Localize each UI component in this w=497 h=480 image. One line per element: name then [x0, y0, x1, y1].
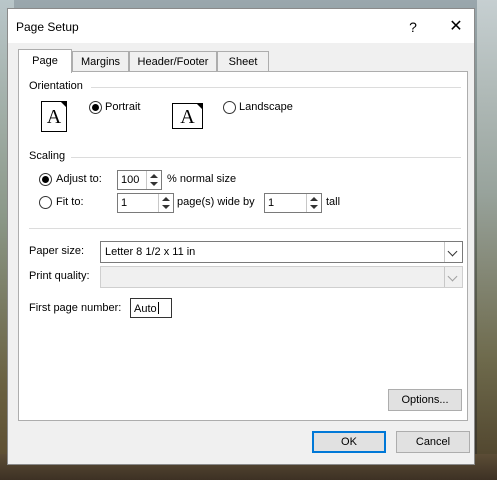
ok-button[interactable]: OK	[312, 431, 386, 453]
first-page-value[interactable]: Auto	[134, 303, 157, 315]
spin-up-icon[interactable]	[310, 197, 318, 201]
chevron-down-icon	[444, 267, 462, 287]
tab-margins[interactable]: Margins	[72, 51, 129, 71]
portrait-radio[interactable]	[89, 101, 102, 114]
paper-size-label: Paper size:	[29, 245, 85, 257]
landscape-radio[interactable]	[223, 101, 236, 114]
chevron-down-icon[interactable]	[444, 242, 462, 262]
scaling-bottom-separator	[29, 228, 461, 229]
landscape-label[interactable]: Landscape	[239, 101, 293, 113]
scaling-separator	[71, 157, 461, 158]
spin-down-icon[interactable]	[162, 205, 170, 209]
options-button[interactable]: Options...	[388, 389, 462, 411]
tab-header-footer[interactable]: Header/Footer	[129, 51, 217, 71]
tab-page[interactable]: Page	[18, 49, 72, 73]
text-caret	[157, 302, 159, 314]
adjust-to-label[interactable]: Adjust to:	[56, 173, 102, 185]
cancel-button[interactable]: Cancel	[396, 431, 470, 453]
portrait-label[interactable]: Portrait	[105, 101, 140, 113]
fit-tall-value[interactable]: 1	[268, 197, 274, 209]
orientation-separator	[91, 87, 461, 88]
scaling-label: Scaling	[29, 150, 66, 162]
adjust-to-radio[interactable]	[39, 173, 52, 186]
tab-sheet[interactable]: Sheet	[217, 51, 269, 71]
fit-tall-suffix: tall	[326, 196, 341, 208]
spin-up-icon[interactable]	[150, 174, 158, 178]
fit-tall-stepper[interactable]: 1	[264, 193, 322, 213]
fit-wide-stepper[interactable]: 1	[117, 193, 174, 213]
paper-size-value[interactable]: Letter 8 1/2 x 11 in	[105, 246, 195, 258]
dialog-title: Page Setup	[16, 20, 79, 34]
help-icon[interactable]: ?	[402, 16, 424, 38]
portrait-page-icon: A	[41, 101, 67, 132]
title-bar[interactable]: Page Setup ? ✕	[8, 9, 474, 43]
paper-size-select[interactable]: Letter 8 1/2 x 11 in	[100, 241, 463, 263]
background-right	[477, 0, 497, 480]
page-tab-panel: Orientation A Portrait A Landscape Scali…	[18, 71, 468, 421]
fit-wide-value[interactable]: 1	[121, 197, 127, 209]
print-quality-select	[100, 266, 463, 288]
adjust-to-stepper[interactable]: 100	[117, 170, 162, 190]
fit-wide-suffix: page(s) wide by	[177, 196, 255, 208]
first-page-label: First page number:	[29, 302, 122, 314]
spin-down-icon[interactable]	[310, 205, 318, 209]
spin-up-icon[interactable]	[162, 197, 170, 201]
page-setup-dialog: Page Setup ? ✕ Page Margins Header/Foote…	[7, 8, 475, 465]
print-quality-label: Print quality:	[29, 270, 90, 282]
first-page-number-field[interactable]: Auto	[130, 298, 172, 318]
fit-to-label[interactable]: Fit to:	[56, 196, 84, 208]
orientation-label: Orientation	[29, 80, 83, 92]
spin-down-icon[interactable]	[150, 182, 158, 186]
fit-to-radio[interactable]	[39, 196, 52, 209]
adjust-suffix: % normal size	[167, 173, 237, 185]
landscape-page-icon: A	[172, 103, 203, 129]
close-icon[interactable]: ✕	[445, 16, 467, 38]
adjust-to-value[interactable]: 100	[121, 174, 139, 186]
